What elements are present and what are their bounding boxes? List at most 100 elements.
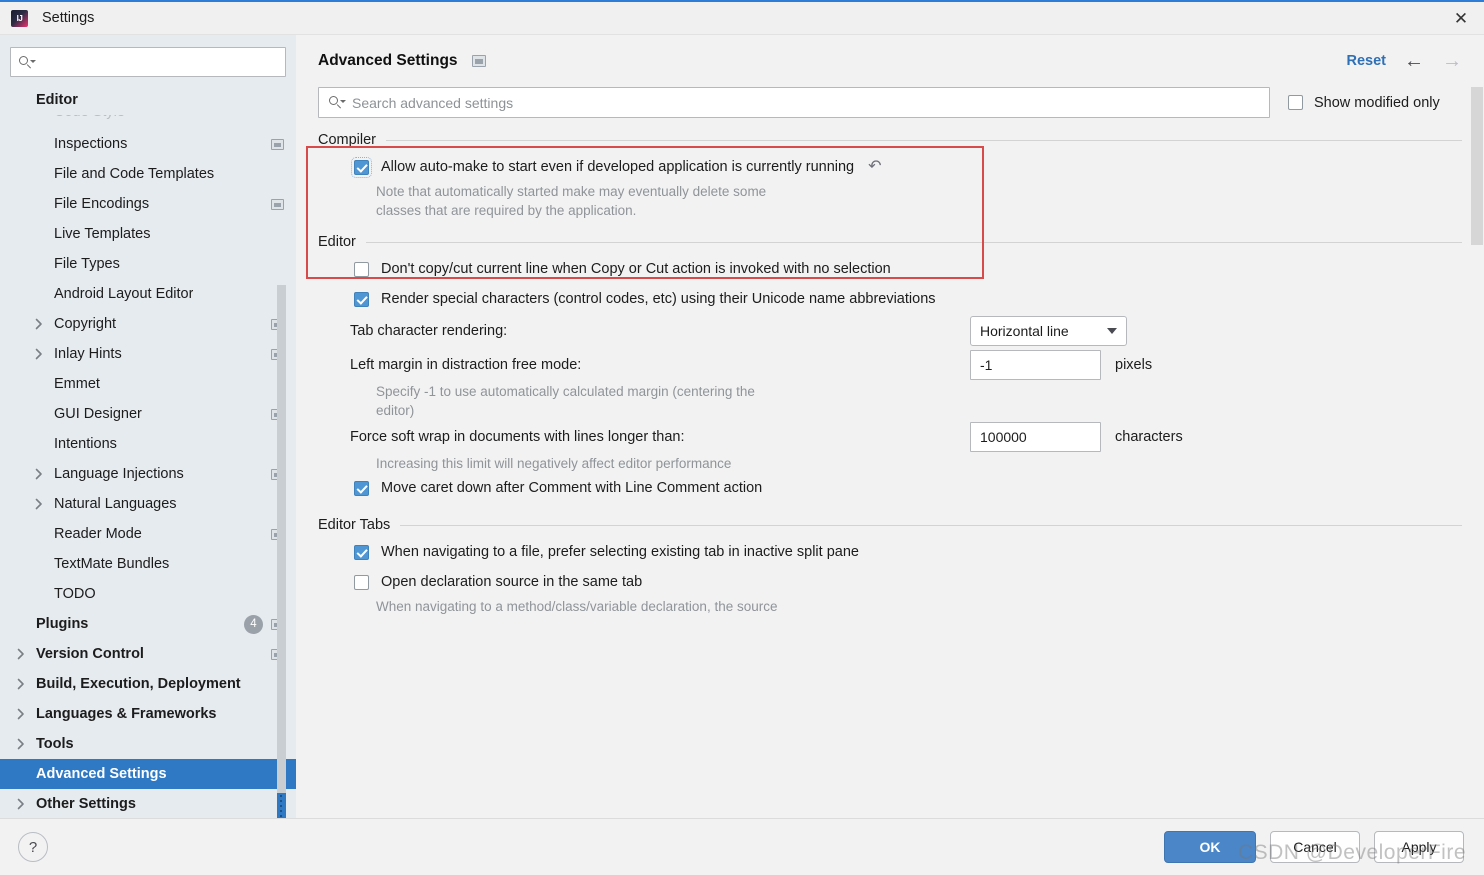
monitor-icon: [471, 55, 486, 67]
sidebar-item-label: File and Code Templates: [54, 166, 215, 182]
cancel-button[interactable]: Cancel: [1270, 831, 1360, 863]
sidebar-item-label: File Encodings: [54, 196, 150, 212]
show-modified-only-row[interactable]: Show modified only: [1288, 95, 1440, 111]
option-hint: Note that automatically started make may…: [376, 184, 767, 199]
forward-arrow-icon[interactable]: →: [1442, 51, 1462, 71]
sidebar-item-todo[interactable]: TODO: [0, 579, 296, 609]
chevron-right-icon[interactable]: [14, 648, 28, 660]
sidebar-item-languages-frameworks[interactable]: Languages & Frameworks: [0, 699, 296, 729]
sidebar-item-reader-mode[interactable]: Reader Mode: [0, 519, 296, 549]
option-checkbox[interactable]: [354, 480, 369, 496]
input-value: -1: [980, 357, 993, 373]
sidebar-item-advanced-settings[interactable]: Advanced Settings: [0, 759, 296, 789]
sidebar-item-copyright[interactable]: Copyright: [0, 309, 296, 339]
apply-button[interactable]: Apply: [1374, 831, 1464, 863]
sidebar-item-file-and-code-templates[interactable]: File and Code Templates: [0, 159, 296, 189]
sidebar-item-emmet[interactable]: Emmet: [0, 369, 296, 399]
field-label: Left margin in distraction free mode:: [350, 357, 582, 373]
option-row[interactable]: Move caret down after Comment with Line …: [318, 473, 1462, 503]
sidebar-item-label: Android Layout Editor: [54, 286, 194, 302]
chevron-right-icon[interactable]: [32, 348, 46, 360]
input-value: 100000: [980, 429, 1027, 445]
chevron-right-icon[interactable]: [32, 498, 46, 510]
field-label: Force soft wrap in documents with lines …: [350, 429, 685, 445]
sidebar-item-plugins[interactable]: Plugins 4: [0, 609, 296, 639]
sidebar-scrollbar-selected-segment[interactable]: [277, 793, 286, 818]
sidebar-item-other-settings[interactable]: Other Settings: [0, 789, 296, 818]
back-arrow-icon[interactable]: ←: [1404, 51, 1424, 71]
chevron-right-icon[interactable]: [32, 318, 46, 330]
option-hint: classes that are required by the applica…: [376, 203, 637, 218]
option-checkbox[interactable]: [354, 291, 369, 307]
show-modified-only-checkbox[interactable]: [1288, 95, 1303, 110]
option-row[interactable]: When navigating to a file, prefer select…: [318, 537, 1462, 567]
sidebar-item-label: Emmet: [54, 376, 100, 392]
revert-icon[interactable]: ↶: [868, 159, 881, 175]
page-title: Advanced Settings: [318, 52, 458, 69]
option-row[interactable]: Open declaration source in the same tab: [318, 567, 1462, 597]
sidebar-item-inspections[interactable]: Inspections: [0, 129, 296, 159]
reset-link[interactable]: Reset: [1347, 53, 1387, 69]
number-input[interactable]: 100000: [970, 422, 1101, 452]
sidebar-item-version-control[interactable]: Version Control: [0, 639, 296, 669]
sidebar-item-gui-designer[interactable]: GUI Designer: [0, 399, 296, 429]
sidebar-item-file-types[interactable]: File Types: [0, 249, 296, 279]
chevron-right-icon[interactable]: [14, 798, 28, 810]
sidebar-search-box[interactable]: [10, 47, 286, 77]
chevron-right-icon[interactable]: [14, 738, 28, 750]
settings-window: Settings ✕ Editor Code Style Inspections Fi…: [0, 0, 1484, 875]
sidebar-item-label: Languages & Frameworks: [36, 706, 217, 722]
option-row[interactable]: Allow auto-make to start even if develop…: [318, 152, 1462, 182]
sidebar-item-badge: 4: [244, 614, 263, 634]
sidebar-item-inlay-hints[interactable]: Inlay Hints: [0, 339, 296, 369]
tab-character-rendering-select[interactable]: Horizontal line: [970, 316, 1127, 346]
settings-sidebar: Editor Code Style Inspections File and Code…: [0, 35, 296, 818]
number-input[interactable]: -1: [970, 350, 1101, 380]
option-checkbox[interactable]: [351, 156, 372, 178]
sidebar-item-intentions[interactable]: Intentions: [0, 429, 296, 459]
sidebar-item-label: Plugins: [36, 616, 89, 632]
sidebar-item-label: Editor: [36, 92, 78, 108]
field-control: -1 pixels: [970, 350, 1152, 380]
sidebar-item-label: Inspections: [54, 136, 128, 152]
header-actions: Reset ← →: [1347, 51, 1463, 71]
chevron-right-icon[interactable]: [14, 678, 28, 690]
sidebar-item-language-injections[interactable]: Language Injections: [0, 459, 296, 489]
option-label: Don't copy/cut current line when Copy or…: [381, 261, 891, 277]
section-title: Editor: [318, 234, 356, 250]
help-button[interactable]: ?: [18, 832, 48, 862]
option-checkbox[interactable]: [354, 574, 369, 590]
sidebar-item-build-execution-deployment[interactable]: Build, Execution, Deployment: [0, 669, 296, 699]
section-divider: [400, 524, 1462, 526]
chevron-right-icon[interactable]: [32, 468, 46, 480]
advanced-search-box[interactable]: Search advanced settings: [318, 87, 1270, 118]
sidebar-item-file-encodings[interactable]: File Encodings: [0, 189, 296, 219]
sidebar-item-live-templates[interactable]: Live Templates: [0, 219, 296, 249]
ok-button[interactable]: OK: [1164, 831, 1256, 863]
content-scrollbar-thumb[interactable]: [1471, 87, 1483, 245]
sidebar-item-textmate-bundles[interactable]: TextMate Bundles: [0, 549, 296, 579]
option-label: Open declaration source in the same tab: [381, 574, 643, 590]
option-checkbox[interactable]: [354, 261, 369, 277]
sidebar-item-label: TODO: [54, 586, 96, 602]
sidebar-search-input[interactable]: [40, 53, 277, 71]
sidebar-item-label: File Types: [54, 256, 120, 272]
sidebar-item-label: Build, Execution, Deployment: [36, 676, 241, 692]
close-icon[interactable]: ✕: [1438, 2, 1484, 34]
sidebar-item-natural-languages[interactable]: Natural Languages: [0, 489, 296, 519]
sidebar-item-android-layout-editor[interactable]: Android Layout Editor: [0, 279, 296, 309]
sidebar-item-editor[interactable]: Editor: [0, 85, 296, 115]
section-divider: [365, 241, 1462, 243]
chevron-right-icon[interactable]: [14, 708, 28, 720]
sidebar-item-label: Version Control: [36, 646, 144, 662]
option-checkbox[interactable]: [354, 544, 369, 560]
section-header: Compiler: [318, 132, 1462, 148]
sidebar-scrollbar-thumb[interactable]: [277, 285, 286, 818]
sidebar-item-tools[interactable]: Tools: [0, 729, 296, 759]
sidebar-item-label: Advanced Settings: [36, 766, 167, 782]
unit-label: pixels: [1115, 357, 1153, 373]
section-header: Editor Tabs: [318, 517, 1462, 533]
option-row[interactable]: Render special characters (control codes…: [318, 284, 1462, 314]
sidebar-item-code-style[interactable]: Code Style: [0, 115, 296, 129]
option-row[interactable]: Don't copy/cut current line when Copy or…: [318, 254, 1462, 284]
